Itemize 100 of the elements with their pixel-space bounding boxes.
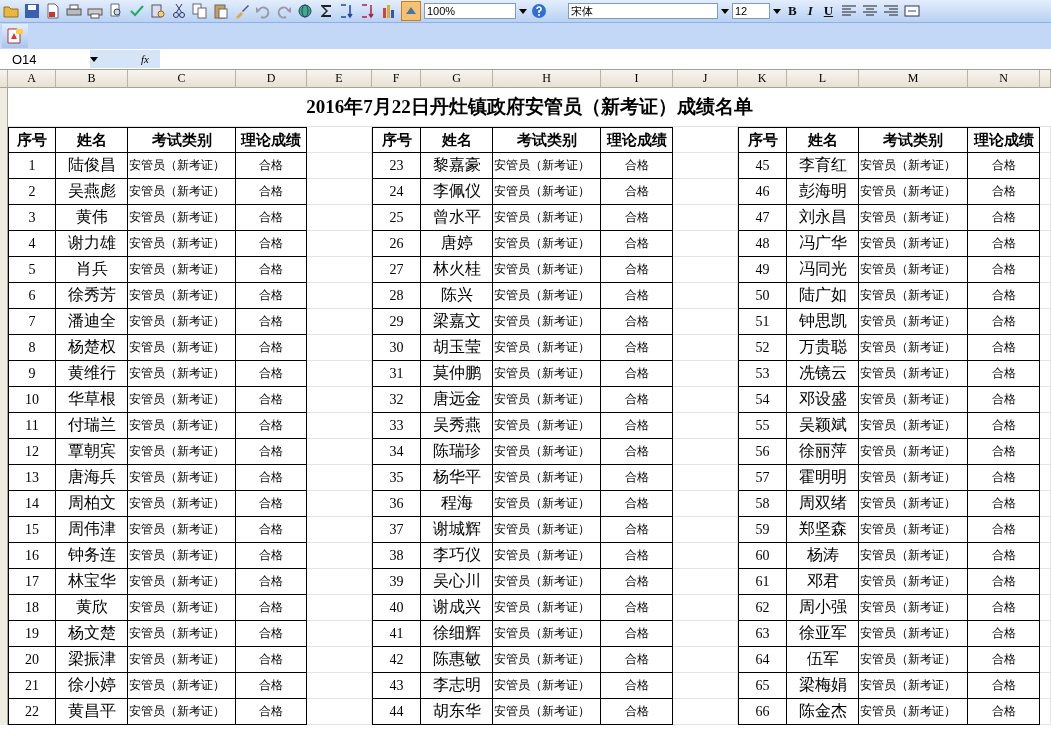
function-button[interactable]: fx (130, 50, 160, 68)
column-letter[interactable]: E (307, 70, 372, 88)
name-box[interactable]: O14 (0, 50, 90, 68)
column-letter[interactable]: N (968, 70, 1040, 88)
table-cell: 16 (8, 543, 56, 569)
table-cell: 18 (8, 595, 56, 621)
table-cell: 合格 (236, 309, 307, 335)
table-cell: 安管员（新考证） (128, 673, 236, 699)
column-letter[interactable]: K (738, 70, 787, 88)
dropdown-caret-icon[interactable] (90, 56, 98, 62)
empty-cell (307, 673, 372, 699)
table-cell: 林火桂 (421, 257, 493, 283)
empty-cell (1040, 465, 1051, 491)
column-letter[interactable]: J (673, 70, 738, 88)
caret-icon[interactable] (519, 8, 527, 14)
column-header: 考试类别 (859, 127, 968, 153)
table-cell: 黄欣 (56, 595, 128, 621)
column-letter[interactable]: G (421, 70, 493, 88)
table-cell: 8 (8, 335, 56, 361)
column-letter[interactable]: C (128, 70, 236, 88)
column-header: 姓名 (56, 127, 128, 153)
table-cell: 合格 (601, 647, 673, 673)
font-size-field[interactable]: 12 (732, 3, 770, 19)
table-cell: 22 (8, 699, 56, 725)
column-letter[interactable]: B (56, 70, 128, 88)
column-letter[interactable]: H (493, 70, 601, 88)
italic-button[interactable]: I (803, 3, 817, 19)
row-header[interactable] (0, 88, 8, 127)
sort-descending-icon[interactable] (359, 2, 377, 20)
table-cell: 29 (372, 309, 421, 335)
table-cell: 合格 (601, 569, 673, 595)
table-cell: 钟务连 (56, 543, 128, 569)
table-cell: 51 (738, 309, 787, 335)
table-cell: 安管员（新考证） (493, 517, 601, 543)
table-cell: 莫仲鹏 (421, 361, 493, 387)
table-cell: 安管员（新考证） (493, 309, 601, 335)
column-letter[interactable]: D (236, 70, 307, 88)
table-cell: 冯广华 (787, 231, 859, 257)
table-cell: 合格 (601, 153, 673, 179)
table-cell: 安管员（新考证） (493, 153, 601, 179)
bold-button[interactable]: B (784, 3, 801, 19)
column-header: 序号 (8, 127, 56, 153)
table-cell: 梁振津 (56, 647, 128, 673)
table-cell: 邓君 (787, 569, 859, 595)
column-header-strip (1040, 70, 1051, 88)
column-letter[interactable]: I (601, 70, 673, 88)
column-letter[interactable]: L (787, 70, 859, 88)
document-icon[interactable] (44, 2, 62, 20)
sort-ascending-icon[interactable] (338, 2, 356, 20)
table-cell: 合格 (968, 699, 1040, 725)
table-cell: 37 (372, 517, 421, 543)
table-cell: 刘永昌 (787, 205, 859, 231)
table-cell: 41 (372, 621, 421, 647)
table-cell: 合格 (601, 179, 673, 205)
globe-icon[interactable] (296, 2, 314, 20)
caret-icon[interactable] (773, 8, 781, 14)
empty-cell (1040, 309, 1051, 335)
table-cell: 合格 (236, 179, 307, 205)
table-cell: 合格 (236, 621, 307, 647)
table-cell: 21 (8, 673, 56, 699)
caret-icon[interactable] (721, 8, 729, 14)
row-header[interactable] (0, 699, 8, 725)
column-letter[interactable]: A (8, 70, 56, 88)
column-header: 姓名 (787, 127, 859, 153)
merge-cells-icon[interactable] (903, 2, 922, 20)
font-field[interactable]: 宋体 (568, 3, 718, 19)
empty-cell (307, 205, 372, 231)
table-cell: 合格 (236, 699, 307, 725)
select-all-corner[interactable] (0, 70, 8, 88)
pdf-button[interactable] (2, 24, 28, 48)
empty-cell (673, 647, 738, 673)
table-cell: 合格 (601, 543, 673, 569)
copy-icon[interactable] (191, 2, 209, 20)
paste-icon[interactable] (212, 2, 230, 20)
table-cell: 2 (8, 179, 56, 205)
table-cell: 肖兵 (56, 257, 128, 283)
table-cell: 24 (372, 179, 421, 205)
table-cell: 安管员（新考证） (128, 283, 236, 309)
table-cell: 合格 (236, 205, 307, 231)
table-cell: 合格 (968, 231, 1040, 257)
help-icon[interactable] (530, 2, 548, 20)
table-cell: 安管员（新考证） (859, 179, 968, 205)
table-cell: 合格 (601, 205, 673, 231)
cut-icon[interactable] (170, 2, 188, 20)
empty-cell (307, 621, 372, 647)
table-cell: 36 (372, 491, 421, 517)
table-cell: 48 (738, 231, 787, 257)
table-cell: 冼镜云 (787, 361, 859, 387)
column-letter[interactable]: M (859, 70, 968, 88)
table-cell: 陈瑞珍 (421, 439, 493, 465)
empty-cell (673, 335, 738, 361)
table-cell: 55 (738, 413, 787, 439)
column-letter[interactable]: F (372, 70, 421, 88)
table-cell: 彭海明 (787, 179, 859, 205)
table-cell: 安管员（新考证） (128, 387, 236, 413)
underline-button[interactable]: U (819, 3, 838, 19)
empty-cell (673, 491, 738, 517)
table-cell: 合格 (236, 647, 307, 673)
save-icon[interactable] (23, 2, 41, 20)
zoom-field[interactable]: 100% (424, 3, 516, 19)
